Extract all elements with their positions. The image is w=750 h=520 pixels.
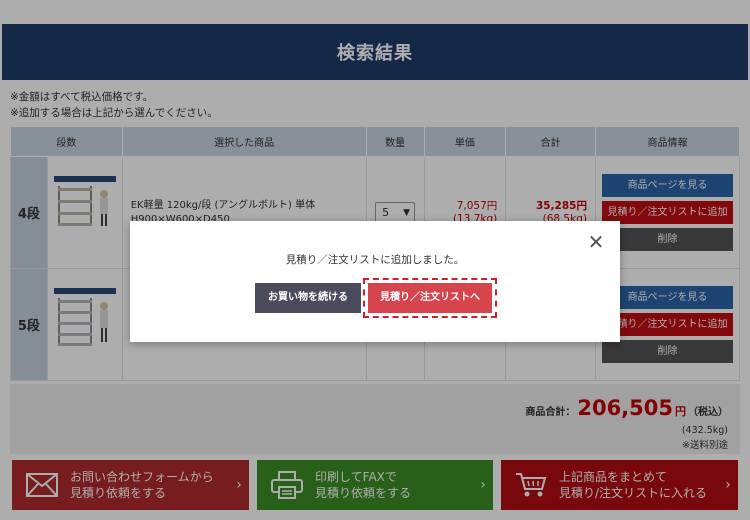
added-to-list-dialog: ✕ 見積り／注文リストに追加しました。 お買い物を続ける 見積り／注文リストへ — [130, 221, 620, 342]
highlight-frame: 見積り／注文リストへ — [363, 278, 497, 318]
continue-shopping-button[interactable]: お買い物を続ける — [255, 283, 361, 313]
dialog-message: 見積り／注文リストに追加しました。 — [285, 254, 465, 266]
go-to-list-button[interactable]: 見積り／注文リストへ — [368, 283, 492, 313]
